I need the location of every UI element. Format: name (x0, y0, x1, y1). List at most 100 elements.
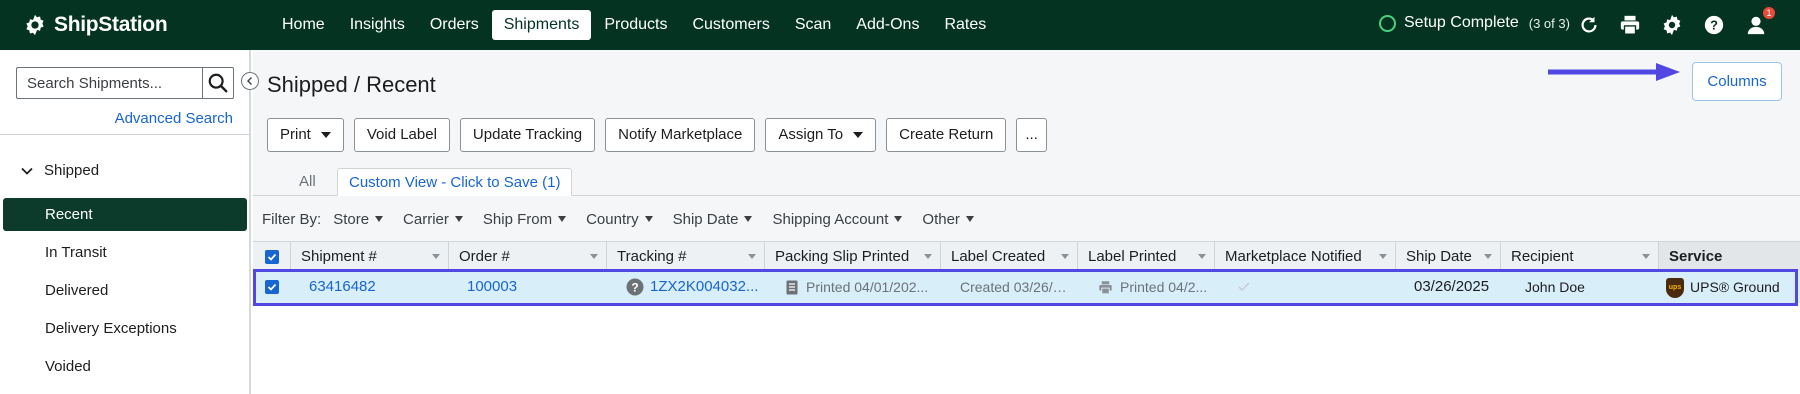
caret-down-icon (853, 132, 864, 138)
shipment-number-link[interactable]: 63416482 (309, 271, 439, 303)
header-label: Shipment # (301, 248, 377, 265)
order-number-link[interactable]: 100003 (467, 271, 597, 303)
header-label: Label Printed (1088, 248, 1177, 265)
header-tracking-number[interactable]: Tracking # (607, 242, 765, 271)
assign-to-button[interactable]: Assign To (765, 118, 877, 152)
nav-shipments[interactable]: Shipments (491, 10, 592, 40)
notification-badge: 1 (1763, 7, 1775, 19)
header-ship-date[interactable]: Ship Date (1396, 242, 1501, 271)
tracking-cell: ? 1ZX2K004032... (626, 271, 761, 303)
service-cell: ups UPS® Ground (1666, 271, 1800, 303)
sidebar-item-recent[interactable]: Recent (3, 198, 247, 231)
collapse-sidebar-button[interactable] (241, 72, 259, 90)
nav-home[interactable]: Home (270, 10, 337, 40)
filter-store[interactable]: Store (333, 211, 384, 228)
divider (0, 134, 249, 135)
tab-all[interactable]: All (299, 168, 316, 196)
sidebar-group-shipped[interactable]: Shipped (20, 162, 99, 179)
packing-slip-cell: Printed 04/01/202... (786, 271, 936, 303)
filter-shipping-account[interactable]: Shipping Account (772, 211, 903, 228)
sort-icon[interactable] (1061, 254, 1069, 259)
columns-button[interactable]: Columns (1692, 62, 1782, 101)
filter-by-label: Filter By: (262, 210, 322, 228)
filter-other-label: Other (922, 210, 960, 228)
print-label: Print (280, 126, 311, 143)
sidebar-group-label: Shipped (44, 162, 100, 179)
header-label-created[interactable]: Label Created (941, 242, 1078, 271)
advanced-search-link[interactable]: Advanced Search (115, 110, 233, 127)
tracking-number-link[interactable]: 1ZX2K004032... (650, 271, 758, 303)
service-value: UPS® Ground (1690, 279, 1780, 295)
row-checkbox[interactable] (265, 280, 279, 294)
filter-ship-from-label: Ship From (482, 210, 553, 228)
packing-slip-status: Printed 04/01/202... (806, 279, 929, 295)
tab-custom-view[interactable]: Custom View - Click to Save (1) (337, 168, 573, 196)
header-packing-slip-printed[interactable]: Packing Slip Printed (765, 242, 941, 271)
header-service[interactable]: Service (1659, 242, 1800, 271)
sort-icon[interactable] (1379, 254, 1387, 259)
print-button[interactable]: Print (267, 118, 344, 152)
sidebar-item-delivered[interactable]: Delivered (3, 274, 247, 307)
sidebar-item-in-transit[interactable]: In Transit (3, 236, 247, 269)
sort-icon[interactable] (1198, 254, 1206, 259)
search-button[interactable] (202, 67, 234, 99)
shipstation-logo[interactable]: ShipStation (24, 12, 168, 38)
header-marketplace-notified[interactable]: Marketplace Notified (1215, 242, 1396, 271)
gear-icon[interactable] (1661, 14, 1683, 36)
user-icon[interactable] (1745, 14, 1767, 36)
sort-icon[interactable] (748, 254, 756, 259)
select-all-checkbox[interactable] (264, 249, 279, 264)
caret-down-icon (454, 216, 463, 222)
sort-icon[interactable] (590, 254, 598, 259)
sidebar-item-delivery-exceptions[interactable]: Delivery Exceptions (3, 312, 247, 345)
header-label: Label Created (951, 248, 1046, 265)
filter-country-label: Country (586, 210, 639, 228)
sort-icon[interactable] (432, 254, 440, 259)
create-return-button[interactable]: Create Return (886, 118, 1007, 152)
nav-insights[interactable]: Insights (338, 10, 417, 40)
refresh-icon[interactable] (1578, 14, 1600, 36)
help-icon[interactable]: ? (1703, 14, 1725, 36)
setup-status[interactable]: Setup Complete (3 of 3) (1379, 14, 1570, 32)
header-label-printed[interactable]: Label Printed (1078, 242, 1215, 271)
nav-customers[interactable]: Customers (680, 10, 781, 40)
table-row[interactable]: 63416482 100003 ? 1ZX2K004032... Printed… (253, 271, 1800, 303)
void-label-button[interactable]: Void Label (353, 118, 450, 152)
header-label: Recipient (1511, 248, 1574, 265)
header-order-number[interactable]: Order # (449, 242, 607, 271)
label-printed-cell: Printed 04/2... (1098, 271, 1210, 303)
nav-add-ons[interactable]: Add-Ons (844, 10, 931, 40)
update-tracking-button[interactable]: Update Tracking (459, 118, 596, 152)
filter-other[interactable]: Other (922, 211, 974, 228)
help-circle-icon[interactable]: ? (626, 278, 644, 296)
filter-carrier[interactable]: Carrier (403, 211, 463, 228)
nav-products[interactable]: Products (592, 10, 679, 40)
header-label: Packing Slip Printed (775, 248, 910, 265)
search-shipments-input[interactable] (16, 67, 202, 99)
more-actions-button[interactable]: ... (1016, 118, 1047, 152)
ship-date-value: 03/26/2025 (1414, 278, 1490, 295)
main-nav: Home Insights Orders Shipments Products … (270, 10, 999, 40)
sort-icon[interactable] (924, 254, 932, 259)
sidebar-item-voided[interactable]: Voided (3, 350, 247, 383)
filter-country[interactable]: Country (586, 211, 653, 228)
gear-logo-icon (26, 14, 44, 36)
filter-ship-from[interactable]: Ship From (482, 210, 567, 228)
notify-marketplace-button[interactable]: Notify Marketplace (605, 118, 756, 152)
header-shipment-number[interactable]: Shipment # (291, 242, 449, 271)
nav-orders[interactable]: Orders (418, 10, 491, 40)
filter-ship-date[interactable]: Ship Date (673, 211, 753, 228)
sidebar: Advanced Search Shipped Recent In Transi… (0, 50, 259, 394)
grid-header: Shipment # Order # Tracking # Packing Sl… (253, 241, 1800, 271)
view-tabs: All Custom View - Click to Save (1) (253, 168, 1800, 196)
filter-carrier-label: Carrier (403, 210, 449, 228)
printer-icon (1099, 280, 1112, 294)
printer-icon[interactable] (1619, 14, 1641, 36)
sort-icon[interactable] (1484, 254, 1492, 259)
nav-scan[interactable]: Scan (783, 10, 843, 40)
sort-icon[interactable] (1642, 254, 1650, 259)
svg-text:?: ? (1710, 18, 1718, 33)
brand-name: ShipStation (54, 13, 168, 36)
nav-rates[interactable]: Rates (932, 10, 998, 40)
header-recipient[interactable]: Recipient (1501, 242, 1659, 271)
